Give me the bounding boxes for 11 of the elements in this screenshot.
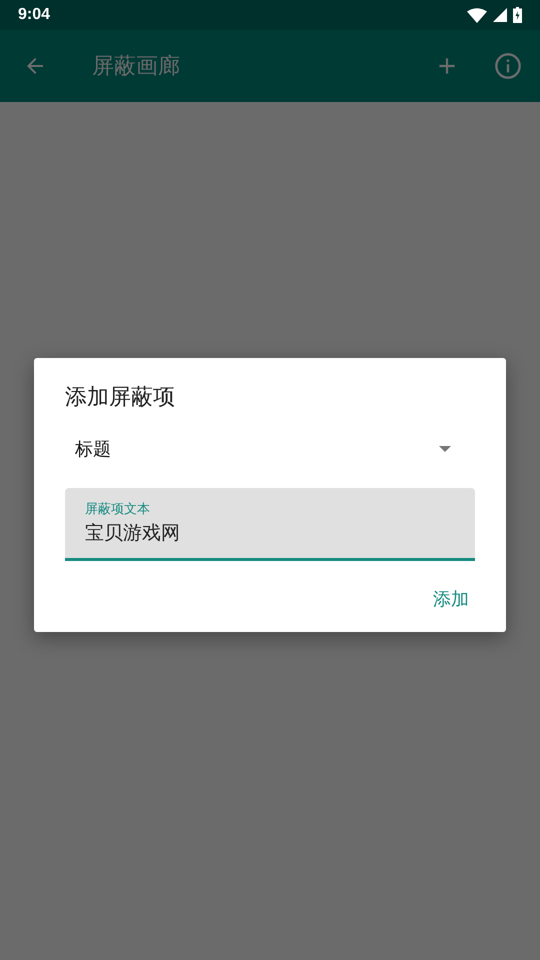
wifi-icon	[467, 8, 487, 22]
add-button[interactable]: 添加	[427, 583, 475, 615]
dropdown-arrow-icon	[439, 446, 451, 452]
status-time: 9:04	[18, 6, 50, 24]
info-icon[interactable]	[494, 52, 522, 80]
signal-icon	[493, 8, 507, 22]
text-field[interactable]: 屏蔽项文本 宝贝游戏网	[65, 488, 475, 561]
dialog-title: 添加屏蔽项	[65, 384, 176, 412]
type-dropdown[interactable]: 标题	[65, 432, 475, 466]
screen-title: 屏蔽画廊	[92, 53, 181, 81]
battery-icon	[513, 7, 522, 23]
